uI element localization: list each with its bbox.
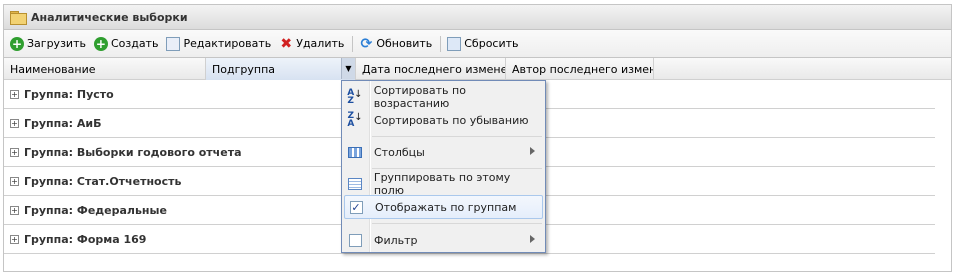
expand-icon[interactable]: + bbox=[10, 234, 19, 244]
reset-button[interactable]: Сбросить bbox=[447, 36, 519, 51]
sort-descending-icon: Z A ↓ bbox=[347, 111, 363, 129]
menu-item-label: Сортировать по убыванию bbox=[374, 113, 529, 127]
menu-group-by-field[interactable]: Группировать по этому полю bbox=[344, 171, 543, 197]
menu-show-in-groups[interactable]: ✓ Отображать по группам bbox=[344, 195, 543, 219]
menu-item-label: Фильтр bbox=[374, 233, 418, 247]
menu-columns[interactable]: Столбцы bbox=[344, 140, 543, 164]
add-icon: + bbox=[93, 36, 108, 51]
load-label: Загрузить bbox=[27, 37, 86, 50]
toolbar-separator bbox=[352, 35, 354, 52]
menu-item-label: Сортировать по возрастанию bbox=[373, 84, 466, 110]
menu-sort-ascending[interactable]: A Z ↓ Сортировать по возрастанию bbox=[344, 84, 543, 110]
toolbar-separator bbox=[440, 35, 442, 52]
load-button[interactable]: + Загрузить bbox=[10, 36, 86, 51]
column-header-last-modified-author[interactable]: Автор последнего измен... bbox=[506, 58, 654, 80]
menu-item-label: Отображать по группам bbox=[375, 200, 517, 214]
menu-separator bbox=[372, 223, 542, 224]
filter-checkbox[interactable] bbox=[344, 233, 366, 247]
group-label: Группа: Стат.Отчетность bbox=[24, 174, 182, 188]
columns-icon bbox=[344, 146, 366, 158]
reset-label: Сбросить bbox=[464, 37, 519, 50]
column-header-label: Подгруппа bbox=[212, 62, 276, 76]
menu-separator bbox=[372, 136, 542, 137]
delete-icon: ✖ bbox=[280, 35, 293, 52]
group-label: Группа: Выборки годового отчета bbox=[24, 145, 242, 159]
create-label: Создать bbox=[110, 37, 159, 50]
delete-button[interactable]: ✖ Удалить bbox=[279, 35, 345, 52]
column-header-subgroup[interactable]: Подгруппа ▼ bbox=[206, 58, 356, 80]
folder-icon bbox=[10, 11, 27, 25]
reset-icon bbox=[447, 36, 462, 51]
column-header-last-modified-date[interactable]: Дата последнего измене... bbox=[356, 58, 506, 80]
delete-label: Удалить bbox=[296, 37, 345, 50]
menu-sort-descending[interactable]: Z A ↓ Сортировать по убыванию bbox=[344, 108, 543, 132]
grid-header: Наименование Подгруппа ▼ Дата последнего… bbox=[4, 58, 951, 80]
show-in-groups-checkbox[interactable]: ✓ bbox=[345, 200, 367, 214]
checkbox-empty-icon bbox=[348, 233, 362, 247]
expand-icon[interactable]: + bbox=[10, 205, 19, 215]
column-header-label: Дата последнего измене... bbox=[362, 62, 506, 76]
refresh-button[interactable]: ⟳ Обновить bbox=[359, 35, 433, 52]
submenu-arrow-icon bbox=[530, 235, 535, 243]
load-icon: + bbox=[10, 36, 24, 51]
menu-separator bbox=[372, 168, 542, 169]
expand-icon[interactable]: + bbox=[10, 118, 19, 128]
submenu-arrow-icon bbox=[530, 147, 535, 155]
menu-item-label: Столбцы bbox=[374, 145, 425, 159]
sort-ascending-icon: A Z ↓ bbox=[347, 88, 363, 106]
create-button[interactable]: + Создать bbox=[93, 36, 159, 51]
group-label: Группа: АиБ bbox=[24, 116, 102, 130]
expand-icon[interactable]: + bbox=[10, 89, 19, 99]
panel-title: Аналитические выборки bbox=[31, 10, 188, 24]
group-label: Группа: Федеральные bbox=[24, 203, 167, 217]
group-by-icon bbox=[344, 178, 366, 190]
edit-icon bbox=[166, 36, 181, 51]
column-header-label: Автор последнего измен... bbox=[512, 62, 654, 76]
refresh-icon: ⟳ bbox=[360, 35, 373, 52]
menu-item-label: Группировать по этому полю bbox=[373, 171, 511, 197]
column-header-label: Наименование bbox=[10, 62, 96, 76]
expand-icon[interactable]: + bbox=[10, 176, 19, 186]
column-context-menu: A Z ↓ Сортировать по возрастанию Z A ↓ Сорти… bbox=[341, 80, 546, 253]
menu-filter[interactable]: Фильтр bbox=[344, 228, 543, 252]
column-menu-trigger-icon[interactable]: ▼ bbox=[341, 58, 355, 79]
checkmark-icon: ✓ bbox=[349, 200, 363, 214]
refresh-label: Обновить bbox=[376, 37, 433, 50]
edit-label: Редактировать bbox=[183, 37, 272, 50]
edit-button[interactable]: Редактировать bbox=[166, 36, 272, 51]
group-label: Группа: Пусто bbox=[24, 87, 114, 101]
group-label: Группа: Форма 169 bbox=[24, 232, 147, 246]
expand-icon[interactable]: + bbox=[10, 147, 19, 157]
panel-titlebar: Аналитические выборки bbox=[4, 5, 951, 30]
column-header-name[interactable]: Наименование bbox=[4, 58, 206, 80]
toolbar: + Загрузить + Создать Редактировать ✖ Уд… bbox=[4, 30, 951, 58]
